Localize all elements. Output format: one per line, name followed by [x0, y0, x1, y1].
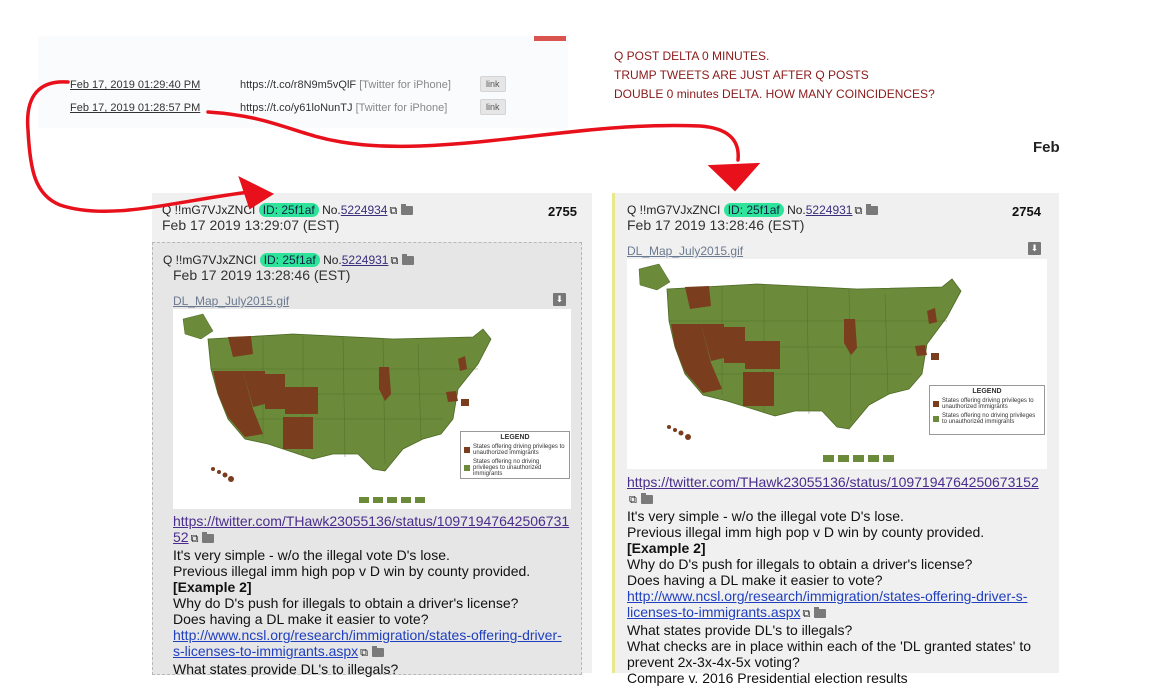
arrow-head-left: [238, 176, 275, 210]
arrow-head-right: [707, 162, 761, 192]
arrow-curve-right: [206, 110, 740, 162]
red-arrows-overlay: [25, 80, 761, 214]
arrow-curve-left: [25, 80, 252, 214]
